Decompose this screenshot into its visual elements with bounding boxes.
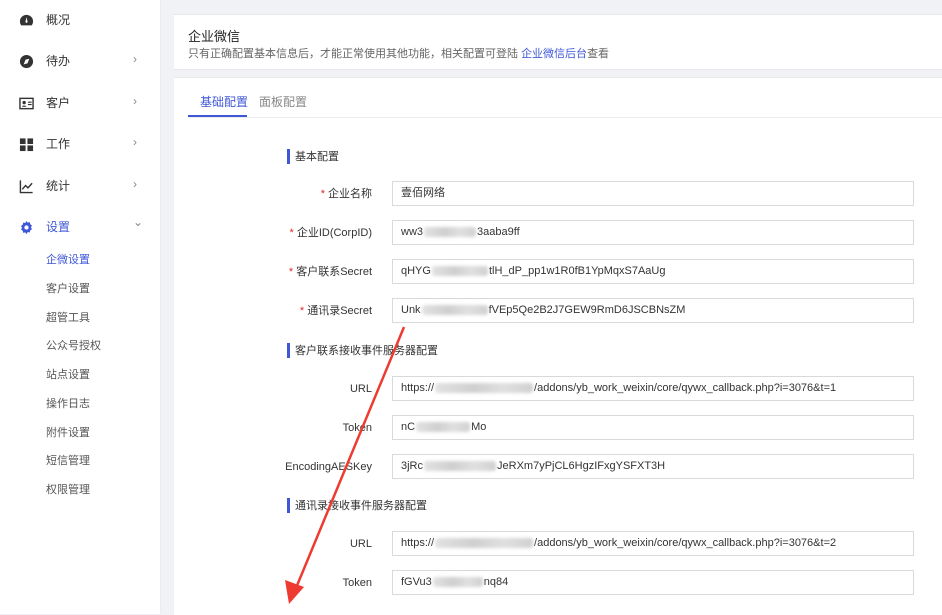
contacts-token-label: Token bbox=[342, 577, 372, 589]
contacts-url-label: URL bbox=[349, 538, 372, 550]
contacts-secret-label: * 通讯录Secret bbox=[299, 305, 372, 317]
gear-icon bbox=[21, 220, 32, 235]
tab-basic-config[interactable]: 基础配置 bbox=[200, 95, 248, 109]
wecom-admin-link[interactable]: 企业微信后台 bbox=[521, 48, 587, 60]
sidebar-item-label: 待办 bbox=[46, 54, 71, 68]
contacts-url-input[interactable]: https:///addons/yb_work_weixin/core/qywx… bbox=[392, 531, 914, 556]
sidebar-subitem-permission-management[interactable]: 权限管理 bbox=[46, 483, 90, 497]
sidebar-subitem-mp-auth[interactable]: 公众号授权 bbox=[46, 339, 101, 353]
tab-divider bbox=[188, 117, 942, 118]
chevron-right-icon: › bbox=[133, 52, 137, 66]
description-suffix: 查看 bbox=[587, 48, 610, 60]
sidebar-item-label: 工作 bbox=[46, 137, 71, 151]
corp-name-label: * 企业名称 bbox=[320, 188, 372, 200]
page-header: 企业微信 只有正确配置基本信息后，才能正常使用其他功能，相关配置可登陆 企业微信… bbox=[174, 14, 942, 70]
redacted-mask bbox=[435, 383, 534, 394]
page-title: 企业微信 bbox=[188, 29, 241, 44]
chevron-right-icon: › bbox=[133, 177, 137, 191]
sidebar-item-overview[interactable]: 概况 bbox=[0, 0, 160, 40]
customer-url-input[interactable]: https:///addons/yb_work_weixin/core/qywx… bbox=[392, 376, 914, 401]
sidebar-item-label: 客户 bbox=[46, 96, 71, 110]
contacts-secret-input[interactable]: Unk fVEp5Qe2B2J7GEW9RmD6JSCBNsZM bbox=[392, 298, 914, 323]
redacted-mask bbox=[416, 422, 471, 433]
required-mark: * bbox=[299, 305, 305, 317]
contact-card-icon bbox=[19, 97, 34, 110]
contacts-token-input[interactable]: fGVu3 nq84 bbox=[392, 570, 914, 595]
sidebar-subitem-customer-settings[interactable]: 客户设置 bbox=[46, 282, 90, 296]
required-mark: * bbox=[320, 188, 325, 200]
tab-panel-config[interactable]: 面板配置 bbox=[259, 95, 307, 109]
required-mark: * bbox=[288, 266, 294, 278]
sidebar: 概况 待办 › 客户 › 工作 › 统计 › 设置 ⌄ 企微设置 客户设置 超管… bbox=[0, 0, 161, 614]
section-contacts-callback: 通讯录接收事件服务器配置 bbox=[287, 498, 427, 513]
sidebar-subitem-wecom-settings[interactable]: 企微设置 bbox=[46, 253, 90, 267]
settings-form-card: 基础配置 面板配置 基本配置 * 企业名称 壹佰网络 * 企业ID(CorpID) … bbox=[174, 77, 942, 615]
trend-chart-icon bbox=[19, 180, 33, 194]
sidebar-item-work[interactable]: 工作 › bbox=[0, 124, 160, 164]
section-customer-callback: 客户联系接收事件服务器配置 bbox=[287, 343, 438, 358]
customer-secret-input[interactable]: qHYG tlH_dP_pp1w1R0fB1YpMqxS7AaUg bbox=[392, 259, 914, 284]
customer-url-label: URL bbox=[349, 383, 372, 395]
sidebar-subitem-site-settings[interactable]: 站点设置 bbox=[46, 368, 90, 382]
corp-id-label: * 企业ID(CorpID) bbox=[289, 227, 372, 239]
chevron-right-icon: › bbox=[133, 94, 137, 108]
sidebar-item-label: 概况 bbox=[46, 13, 71, 27]
sidebar-item-customer[interactable]: 客户 › bbox=[0, 83, 160, 123]
sidebar-subitem-attachment-settings[interactable]: 附件设置 bbox=[46, 426, 90, 440]
sidebar-item-settings[interactable]: 设置 ⌄ bbox=[0, 207, 160, 247]
redacted-mask bbox=[421, 305, 488, 316]
chevron-right-icon: › bbox=[133, 135, 137, 149]
corp-name-input[interactable]: 壹佰网络 bbox=[392, 181, 914, 206]
sidebar-subitem-sms-management[interactable]: 短信管理 bbox=[46, 454, 90, 468]
page-description: 只有正确配置基本信息后，才能正常使用其他功能，相关配置可登陆 企业微信后台查看 bbox=[188, 45, 609, 61]
required-mark: * bbox=[289, 227, 294, 239]
redacted-mask bbox=[424, 461, 497, 472]
active-tab-indicator bbox=[188, 115, 247, 117]
redacted-mask bbox=[435, 538, 534, 549]
section-basic-config: 基本配置 bbox=[287, 149, 339, 164]
grid-icon bbox=[19, 138, 34, 152]
customer-secret-label: * 客户联系Secret bbox=[288, 266, 372, 278]
sidebar-subitem-admin-tools[interactable]: 超管工具 bbox=[46, 311, 90, 325]
customer-token-input[interactable]: nC Mo bbox=[392, 415, 914, 440]
sidebar-subitem-operation-log[interactable]: 操作日志 bbox=[46, 397, 90, 411]
sidebar-item-todo[interactable]: 待办 › bbox=[0, 41, 160, 81]
redacted-mask bbox=[432, 577, 483, 588]
sidebar-item-stats[interactable]: 统计 › bbox=[0, 166, 160, 206]
sidebar-item-label: 设置 bbox=[46, 220, 71, 234]
dashboard-icon bbox=[19, 14, 34, 26]
description-text: 只有正确配置基本信息后，才能正常使用其他功能，相关配置可登陆 bbox=[188, 48, 522, 60]
sidebar-item-label: 统计 bbox=[46, 179, 71, 193]
compass-icon bbox=[19, 54, 34, 69]
redacted-mask bbox=[424, 227, 477, 238]
customer-aeskey-input[interactable]: 3jRc JeRXm7yPjCL6HgzIFxgYSFXT3H bbox=[392, 454, 914, 479]
chevron-down-icon: ⌄ bbox=[133, 215, 144, 229]
redacted-mask bbox=[431, 266, 488, 277]
corp-id-input[interactable]: ww3 3aaba9ff bbox=[392, 220, 914, 245]
customer-token-label: Token bbox=[342, 422, 372, 434]
customer-aeskey-label: EncodingAESKey bbox=[285, 461, 372, 473]
